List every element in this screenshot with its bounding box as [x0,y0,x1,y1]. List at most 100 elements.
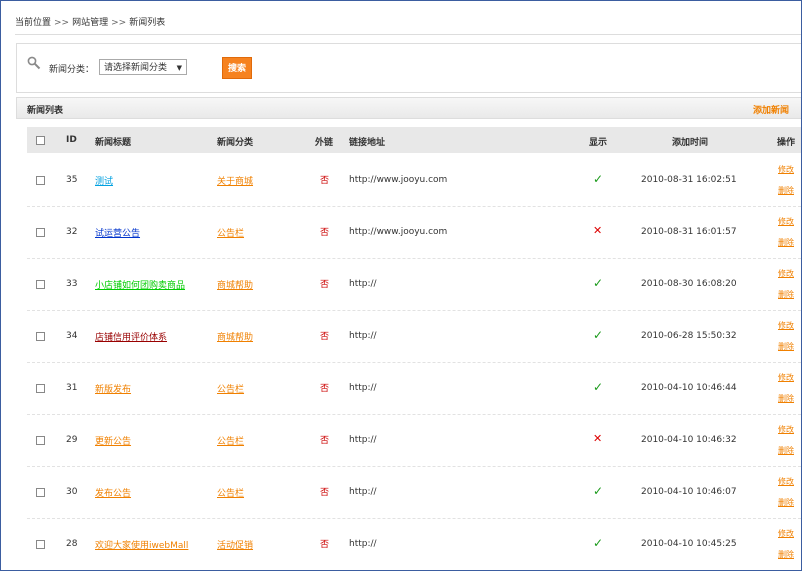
breadcrumb-separator: >> [54,18,70,28]
column-header-url: 链接地址 [349,138,386,148]
external-link-flag: 否 [320,228,330,238]
delete-link[interactable]: 删除 [778,549,794,560]
check-icon[interactable]: ✓ [593,380,603,394]
breadcrumb-item-site-admin[interactable]: 网站管理 [72,18,108,28]
app-frame: 当前位置 >> 网站管理 >> 新闻列表 新闻分类： 请选择新闻分类 ▼ 搜索 新闻列表… [0,0,802,571]
added-time: 2010-04-10 10:45:25 [641,539,737,549]
list-header: 新闻列表 添加新闻 [16,97,801,119]
news-title-link[interactable]: 测试 [95,174,113,187]
news-title-link[interactable]: 小店铺如何团购卖商品 [95,278,185,291]
edit-link[interactable]: 修改 [778,476,794,487]
added-time: 2010-04-10 10:46:32 [641,435,737,445]
delete-link[interactable]: 删除 [778,237,794,248]
row-checkbox[interactable] [36,280,45,289]
added-time: 2010-04-10 10:46:44 [641,383,737,393]
added-time: 2010-04-10 10:46:07 [641,487,737,497]
table-row: 30 发布公告 公告栏 否 http:// ✓ 2010-04-10 10:46:07 修改删… [27,466,801,519]
add-news-link[interactable]: 添加新闻 [753,103,789,116]
link-url: http:// [349,539,377,549]
divider [15,34,801,35]
external-link-flag: 否 [320,540,330,550]
link-url: http:// [349,331,377,341]
check-icon[interactable]: ✓ [593,172,603,186]
news-title-link[interactable]: 更新公告 [95,434,131,447]
cross-icon[interactable]: ✕ [593,432,602,445]
table-header: ID 新闻标题 新闻分类 外链 链接地址 显示 添加时间 操作 [27,127,801,153]
news-category-link[interactable]: 公告栏 [217,434,244,447]
delete-link[interactable]: 删除 [778,497,794,508]
column-header-category: 新闻分类 [217,138,254,148]
link-url: http:// [349,487,377,497]
category-select[interactable]: 请选择新闻分类 ▼ [99,59,187,75]
column-header-ops: 操作 [777,138,796,148]
breadcrumb-item-current: 当前位置 [15,18,52,28]
news-category-link[interactable]: 关于商城 [217,174,253,187]
column-header-id: ID [66,135,77,145]
cross-icon[interactable]: ✕ [593,224,602,237]
news-category-link[interactable]: 活动促销 [217,538,253,551]
breadcrumb-separator: >> [111,18,127,28]
search-panel: 新闻分类： 请选择新闻分类 ▼ 搜索 [16,43,801,93]
link-url: http:// [349,435,377,445]
edit-link[interactable]: 修改 [778,268,794,279]
table-row: 31 新版发布 公告栏 否 http:// ✓ 2010-04-10 10:46:44 修改删… [27,362,801,415]
search-button[interactable]: 搜索 [222,57,252,79]
row-id: 28 [66,539,78,549]
table-row: 28 欢迎大家使用iwebMall 活动促销 否 http:// ✓ 2010-04-10 … [27,518,801,570]
external-link-flag: 否 [320,176,330,186]
delete-link[interactable]: 删除 [778,185,794,196]
row-checkbox[interactable] [36,488,45,497]
column-header-display: 显示 [589,138,608,148]
check-icon[interactable]: ✓ [593,328,603,342]
check-icon[interactable]: ✓ [593,276,603,290]
news-category-link[interactable]: 商城帮助 [217,330,253,343]
row-checkbox[interactable] [36,176,45,185]
link-url: http:// [349,383,377,393]
edit-link[interactable]: 修改 [778,424,794,435]
news-title-link[interactable]: 欢迎大家使用iwebMall [95,538,188,551]
category-filter-label: 新闻分类： [49,65,95,75]
added-time: 2010-06-28 15:50:32 [641,331,737,341]
category-select-value: 请选择新闻分类 [104,63,168,73]
row-checkbox[interactable] [36,540,45,549]
select-all-checkbox[interactable] [36,136,45,145]
row-id: 34 [66,331,78,341]
news-category-link[interactable]: 公告栏 [217,486,244,499]
news-title-link[interactable]: 店铺信用评价体系 [95,330,167,343]
edit-link[interactable]: 修改 [778,216,794,227]
news-category-link[interactable]: 商城帮助 [217,278,253,291]
news-title-link[interactable]: 试运营公告 [95,226,140,239]
row-id: 31 [66,383,78,393]
column-header-time: 添加时间 [672,138,709,148]
table-row: 34 店铺信用评价体系 商城帮助 否 http:// ✓ 2010-06-28 15:50:… [27,310,801,363]
news-title-link[interactable]: 发布公告 [95,486,131,499]
delete-link[interactable]: 删除 [778,289,794,300]
table-row: 33 小店铺如何团购卖商品 商城帮助 否 http:// ✓ 2010-08-30 16:0… [27,258,801,311]
column-header-title: 新闻标题 [95,138,132,148]
added-time: 2010-08-31 16:01:57 [641,227,737,237]
news-category-link[interactable]: 公告栏 [217,226,244,239]
news-title-link[interactable]: 新版发布 [95,382,131,395]
news-category-link[interactable]: 公告栏 [217,382,244,395]
row-checkbox[interactable] [36,332,45,341]
link-url: http://www.jooyu.com [349,175,448,185]
check-icon[interactable]: ✓ [593,536,603,550]
column-header-external: 外链 [315,138,334,148]
added-time: 2010-08-30 16:08:20 [641,279,737,289]
edit-link[interactable]: 修改 [778,320,794,331]
table-row: 32 试运营公告 公告栏 否 http://www.jooyu.com ✕ 2010-08-… [27,206,801,259]
edit-link[interactable]: 修改 [778,164,794,175]
check-icon[interactable]: ✓ [593,484,603,498]
delete-link[interactable]: 删除 [778,341,794,352]
edit-link[interactable]: 修改 [778,528,794,539]
delete-link[interactable]: 删除 [778,445,794,456]
row-checkbox[interactable] [36,228,45,237]
row-checkbox[interactable] [36,384,45,393]
edit-link[interactable]: 修改 [778,372,794,383]
row-checkbox[interactable] [36,436,45,445]
external-link-flag: 否 [320,436,330,446]
delete-link[interactable]: 删除 [778,393,794,404]
row-id: 30 [66,487,78,497]
external-link-flag: 否 [320,488,330,498]
external-link-flag: 否 [320,332,330,342]
